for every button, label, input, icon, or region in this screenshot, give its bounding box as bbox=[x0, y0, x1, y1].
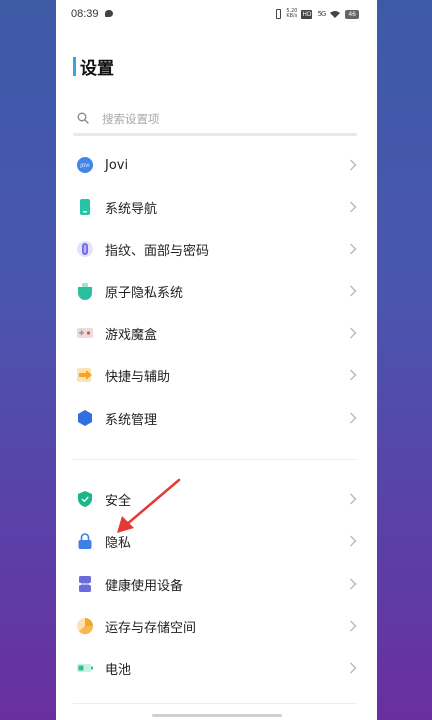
page-title: 设置 bbox=[73, 56, 114, 79]
settings-item-label: 快捷与辅助 bbox=[105, 369, 171, 385]
settings-item-atom-privacy-system[interactable]: 原子隐私系统 bbox=[56, 272, 377, 310]
jovi-icon: JOVI bbox=[76, 156, 94, 174]
settings-item-game-box[interactable]: 游戏魔盒 bbox=[56, 314, 377, 352]
chevron-right-icon bbox=[350, 493, 357, 505]
settings-item-label: 系统导航 bbox=[105, 201, 158, 217]
settings-item-label: 指纹、面部与密码 bbox=[105, 243, 210, 259]
group-divider bbox=[73, 459, 357, 460]
lock-icon bbox=[76, 532, 94, 550]
search-underline bbox=[73, 133, 357, 136]
chevron-right-icon bbox=[350, 369, 357, 381]
shortcut-arrow-icon bbox=[76, 366, 94, 384]
settings-item-label: 电池 bbox=[105, 662, 132, 678]
game-box-icon bbox=[76, 324, 94, 342]
svg-text:JOVI: JOVI bbox=[79, 163, 89, 169]
message-icon bbox=[105, 10, 113, 17]
page-title-text: 设置 bbox=[80, 58, 114, 79]
shield-icon bbox=[76, 490, 94, 508]
chevron-right-icon bbox=[350, 578, 357, 590]
settings-item-label: 运存与存储空间 bbox=[105, 620, 197, 636]
settings-item-label: 原子隐私系统 bbox=[105, 285, 184, 301]
storage-pie-icon bbox=[76, 617, 94, 635]
settings-item-privacy[interactable]: 隐私 bbox=[56, 522, 377, 560]
fingerprint-icon bbox=[76, 240, 94, 258]
wifi-icon bbox=[330, 11, 341, 18]
settings-item-security[interactable]: 安全 bbox=[56, 480, 377, 518]
status-time: 08:39 bbox=[71, 8, 99, 20]
title-accent-bar bbox=[73, 56, 76, 76]
chevron-right-icon bbox=[350, 535, 357, 547]
search-placeholder: 搜索设置项 bbox=[102, 112, 160, 126]
phone-navigation-icon bbox=[76, 198, 94, 216]
chevron-right-icon bbox=[350, 159, 357, 171]
group-divider bbox=[73, 703, 357, 704]
signal-label: 5G bbox=[317, 10, 326, 18]
settings-screen: 08:39 5.20 KB/s HD 5G 46 设置 搜索设置项 JOVI J… bbox=[56, 0, 377, 720]
settings-item-label: 安全 bbox=[105, 493, 132, 509]
atom-privacy-icon bbox=[76, 282, 94, 300]
status-icons: 5.20 KB/s HD 5G 46 bbox=[276, 8, 359, 20]
battery-level: 46 bbox=[345, 9, 359, 19]
home-indicator[interactable] bbox=[152, 714, 282, 717]
search-icon bbox=[77, 112, 89, 124]
settings-item-battery[interactable]: 电池 bbox=[56, 649, 377, 687]
settings-item-jovi[interactable]: JOVI Jovi bbox=[56, 146, 377, 184]
network-speed: 5.20 KB/s bbox=[286, 8, 298, 19]
chevron-right-icon bbox=[350, 243, 357, 255]
battery-icon bbox=[76, 659, 94, 677]
vibrate-icon bbox=[276, 9, 282, 19]
settings-item-label: 隐私 bbox=[105, 535, 132, 551]
settings-item-system-navigation[interactable]: 系统导航 bbox=[56, 188, 377, 226]
settings-item-label: Jovi bbox=[105, 157, 129, 173]
settings-item-shortcuts-accessibility[interactable]: 快捷与辅助 bbox=[56, 356, 377, 394]
settings-item-label: 游戏魔盒 bbox=[105, 327, 158, 343]
settings-item-digital-wellbeing[interactable]: 健康使用设备 bbox=[56, 565, 377, 603]
chevron-right-icon bbox=[350, 201, 357, 213]
search-input[interactable]: 搜索设置项 bbox=[73, 106, 357, 136]
chevron-right-icon bbox=[350, 662, 357, 674]
chevron-right-icon bbox=[350, 412, 357, 424]
settings-item-label: 健康使用设备 bbox=[105, 578, 184, 594]
settings-item-memory-storage[interactable]: 运存与存储空间 bbox=[56, 607, 377, 645]
settings-item-fingerprint-face-password[interactable]: 指纹、面部与密码 bbox=[56, 230, 377, 268]
system-management-icon bbox=[76, 409, 94, 427]
chevron-right-icon bbox=[350, 285, 357, 297]
chevron-right-icon bbox=[350, 327, 357, 339]
status-bar: 08:39 5.20 KB/s HD 5G 46 bbox=[56, 0, 377, 30]
settings-item-label: 系统管理 bbox=[105, 412, 158, 428]
hd-badge: HD bbox=[301, 9, 313, 19]
settings-item-system-management[interactable]: 系统管理 bbox=[56, 399, 377, 437]
chevron-right-icon bbox=[350, 620, 357, 632]
hourglass-icon bbox=[76, 575, 94, 593]
